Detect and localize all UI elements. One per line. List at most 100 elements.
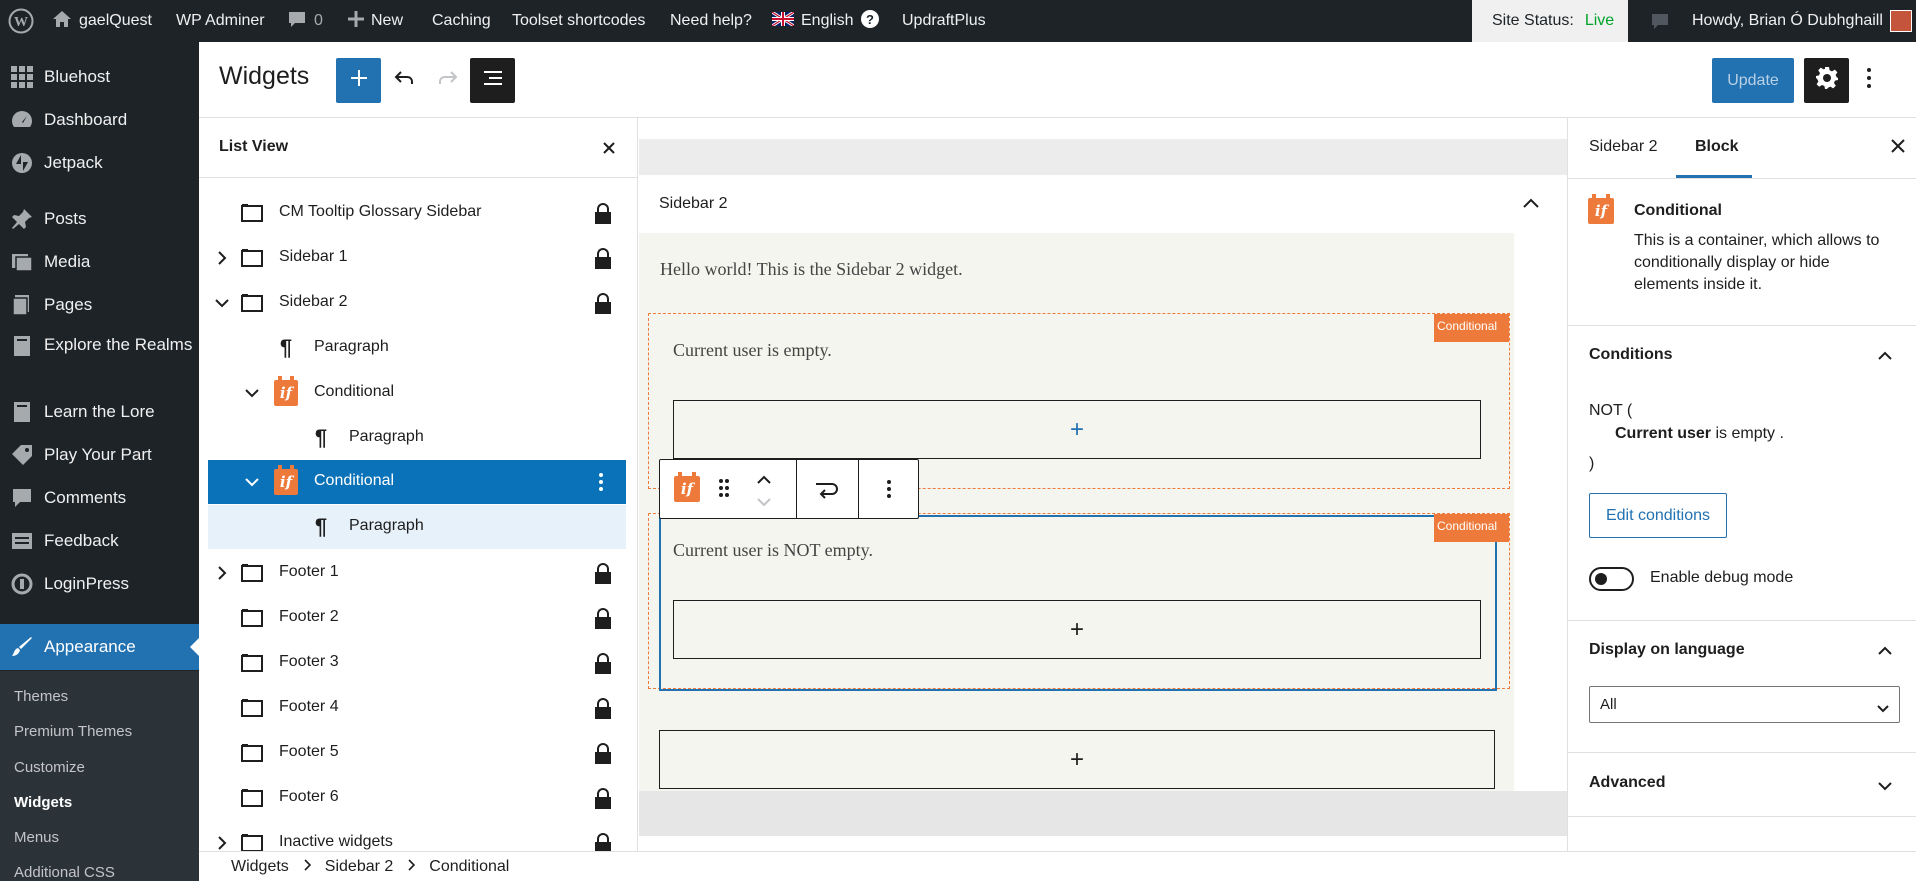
settings-button[interactable] <box>1804 58 1849 103</box>
list-item-conditional[interactable]: if Conditional <box>208 371 626 415</box>
chevron-up-icon[interactable] <box>1523 195 1539 213</box>
wordpress-logo-icon[interactable]: W <box>8 0 34 42</box>
list-item-label: Paragraph <box>314 338 389 355</box>
submenu-premium-themes[interactable]: Premium Themes <box>14 723 132 740</box>
language-switcher[interactable]: English ? <box>771 0 880 42</box>
need-help-link[interactable]: Need help? <box>670 0 752 42</box>
append-block-button[interactable]: + <box>673 600 1481 659</box>
chevron-right-icon[interactable] <box>212 248 232 268</box>
tab-block[interactable]: Block <box>1695 138 1739 156</box>
list-item-sidebar-2[interactable]: Sidebar 2 <box>208 281 626 325</box>
close-inspector-button[interactable] <box>1890 138 1906 159</box>
debug-mode-toggle[interactable] <box>1589 567 1634 591</box>
close-list-view-button[interactable] <box>599 138 619 158</box>
new-content-link[interactable]: New <box>348 0 403 42</box>
menu-label: Jetpack <box>44 153 103 172</box>
menu-item-comments[interactable]: Comments <box>0 482 199 514</box>
list-item-paragraph[interactable]: ¶ Paragraph <box>208 416 626 460</box>
menu-item-explore-the-realms[interactable]: Explore the Realms <box>0 332 199 380</box>
site-status[interactable]: Site Status: Live <box>1472 0 1628 42</box>
wp-adminer-link[interactable]: WP Adminer <box>176 0 265 42</box>
tab-sidebar-2[interactable]: Sidebar 2 <box>1589 138 1658 156</box>
list-item-footer-2[interactable]: Footer 2 <box>208 596 626 640</box>
submenu-additional-css[interactable]: Additional CSS <box>14 864 115 881</box>
conditions-panel-title[interactable]: Conditions <box>1589 346 1673 364</box>
redo-button[interactable] <box>425 58 470 103</box>
drag-handle-icon[interactable] <box>718 478 730 503</box>
paragraph-block[interactable]: Current user is empty. <box>673 340 832 361</box>
chevron-up-icon[interactable] <box>1878 348 1892 366</box>
menu-item-jetpack[interactable]: Jetpack <box>0 147 199 179</box>
more-options-button[interactable] <box>1853 58 1885 103</box>
advanced-panel-title[interactable]: Advanced <box>1589 774 1665 792</box>
menu-item-posts[interactable]: Posts <box>0 203 199 235</box>
menu-item-dashboard[interactable]: Dashboard <box>0 104 199 136</box>
chevron-right-icon[interactable] <box>212 833 232 851</box>
toolset-link[interactable]: Toolset shortcodes <box>512 0 645 42</box>
account-menu[interactable]: Howdy, Brian Ó Dubhghaill <box>1692 0 1912 42</box>
block-options-button[interactable] <box>598 472 604 497</box>
menu-item-pages[interactable]: Pages <box>0 289 199 321</box>
conditional-block-2[interactable]: Conditional Current user is NOT empty. + <box>648 513 1510 691</box>
undo-icon <box>392 66 416 95</box>
list-item-footer-5[interactable]: Footer 5 <box>208 731 626 775</box>
list-item-footer-1[interactable]: Footer 1 <box>208 551 626 595</box>
move-up-icon[interactable] <box>756 472 772 490</box>
list-item-cm-tooltip-glossary-sidebar[interactable]: CM Tooltip Glossary Sidebar <box>208 191 626 235</box>
transform-icon[interactable] <box>812 476 840 507</box>
list-item-inactive-widgets[interactable]: Inactive widgets <box>208 821 626 851</box>
menu-item-learn-the-lore[interactable]: Learn the Lore <box>0 396 199 428</box>
language-select[interactable]: All <box>1589 686 1900 723</box>
chevron-down-icon[interactable] <box>1878 778 1892 796</box>
list-item-label: CM Tooltip Glossary Sidebar <box>279 203 482 220</box>
updraftplus-link[interactable]: UpdraftPlus <box>902 0 986 42</box>
list-item-conditional-selected[interactable]: if Conditional <box>208 460 626 504</box>
paragraph-block[interactable]: Hello world! This is the Sidebar 2 widge… <box>660 259 963 280</box>
list-item-footer-6[interactable]: Footer 6 <box>208 776 626 820</box>
chevron-down-icon[interactable] <box>242 383 262 403</box>
update-button[interactable]: Update <box>1712 58 1794 103</box>
widget-area-icon <box>240 696 264 720</box>
chevron-right-icon[interactable] <box>212 563 232 583</box>
menu-item-bluehost[interactable]: Bluehost <box>0 61 199 93</box>
undo-button[interactable] <box>381 58 426 103</box>
menu-item-feedback[interactable]: Feedback <box>0 525 199 557</box>
breadcrumb-item-widgets[interactable]: Widgets <box>231 858 289 876</box>
move-down-icon[interactable] <box>756 494 772 512</box>
list-item-paragraph[interactable]: ¶ Paragraph <box>208 326 626 370</box>
caching-link[interactable]: Caching <box>432 0 491 42</box>
vertical-ellipsis-icon[interactable] <box>886 479 892 504</box>
widget-area-icon <box>240 606 264 630</box>
feedback-icon <box>10 529 34 553</box>
submenu-customize[interactable]: Customize <box>14 759 85 776</box>
conditional-icon[interactable]: if <box>674 472 700 502</box>
append-block-button[interactable]: + <box>659 730 1495 789</box>
chevron-down-icon[interactable] <box>242 472 262 492</box>
menu-item-play-your-part[interactable]: Play Your Part <box>0 439 199 471</box>
append-block-button[interactable]: + <box>673 400 1481 459</box>
widget-area-title[interactable]: Sidebar 2 <box>659 195 728 213</box>
list-item-footer-4[interactable]: Footer 4 <box>208 686 626 730</box>
submenu-themes[interactable]: Themes <box>14 688 68 705</box>
comments-link[interactable]: 0 <box>287 0 323 42</box>
edit-conditions-button[interactable]: Edit conditions <box>1589 493 1727 538</box>
list-view-button[interactable] <box>470 58 515 103</box>
add-block-button[interactable] <box>336 58 381 103</box>
site-name-link[interactable]: gaelQuest <box>52 0 152 42</box>
submenu-menus[interactable]: Menus <box>14 829 59 846</box>
notification-icon[interactable] <box>1650 0 1670 42</box>
paragraph-block[interactable]: Current user is NOT empty. <box>673 540 873 561</box>
language-panel-title[interactable]: Display on language <box>1589 641 1745 659</box>
submenu-widgets[interactable]: Widgets <box>14 794 72 811</box>
list-item-sidebar-1[interactable]: Sidebar 1 <box>208 236 626 280</box>
menu-item-appearance[interactable]: Appearance <box>0 624 199 670</box>
menu-item-media[interactable]: Media <box>0 246 199 278</box>
chevron-up-icon[interactable] <box>1878 643 1892 661</box>
conditional-icon: if <box>1588 194 1614 224</box>
breadcrumb-item-sidebar-2[interactable]: Sidebar 2 <box>325 858 394 876</box>
list-item-footer-3[interactable]: Footer 3 <box>208 641 626 685</box>
menu-item-loginpress[interactable]: LoginPress <box>0 568 199 600</box>
chevron-down-icon[interactable] <box>212 293 232 313</box>
list-item-paragraph[interactable]: ¶ Paragraph <box>208 505 626 549</box>
help-circle-icon: ? <box>860 9 880 34</box>
